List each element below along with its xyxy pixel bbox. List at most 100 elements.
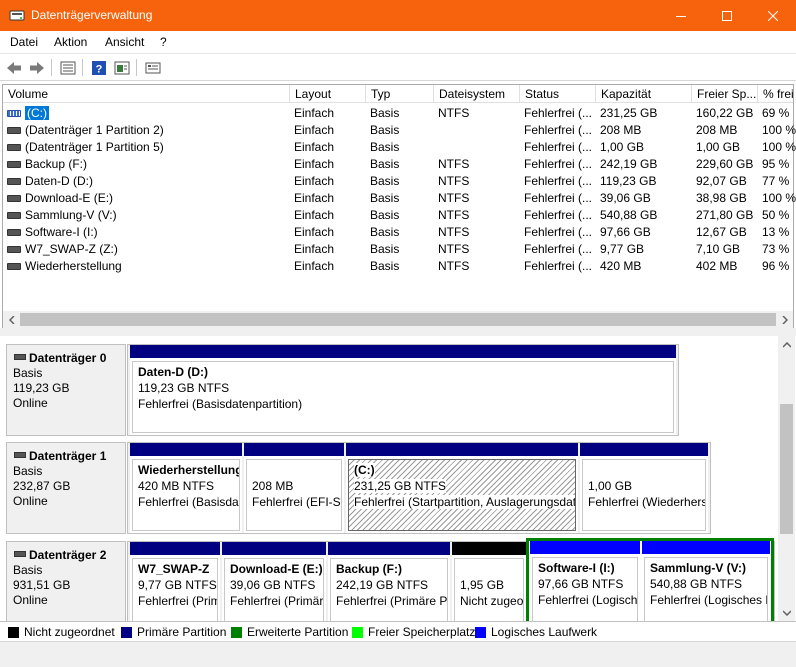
column-header-volume[interactable]: Volume [3, 85, 290, 103]
primary-partition-bar [346, 443, 578, 456]
column-header-prozent-frei[interactable]: % frei [758, 85, 793, 103]
scroll-right-icon[interactable] [776, 311, 793, 328]
table-row[interactable]: (Datenträger 1 Partition 2) Einfach Basis F… [3, 122, 796, 139]
scroll-down-icon[interactable] [778, 604, 795, 621]
help-icon[interactable]: ? [90, 59, 108, 76]
partition-recovery[interactable]: 1,00 GB Fehlerfrei (Wiederherstellungspa… [580, 443, 708, 533]
properties-icon[interactable] [113, 59, 131, 76]
extended-partition[interactable]: Software-I (I:) 97,66 GB NTFS Fehlerfrei… [526, 538, 774, 621]
legend-free-space: Freier Speicherplatz [352, 625, 475, 639]
partition-status: Fehlerfrei (Logisches Laufwerk) [650, 593, 767, 607]
column-header-typ[interactable]: Typ [366, 85, 434, 103]
back-arrow-icon[interactable] [5, 59, 23, 76]
partition-wiederherstellung[interactable]: Wiederherstellung 420 MB NTFS Fehlerfrei… [130, 443, 242, 533]
cell-fs: NTFS [438, 225, 470, 239]
forward-arrow-icon[interactable] [28, 59, 46, 76]
partition-name: Download-E (E:) [230, 562, 323, 576]
cell-layout: Einfach [294, 225, 335, 239]
table-row[interactable]: Sammlung-V (V:) Einfach Basis NTFS Fehlerfre… [3, 207, 793, 224]
cell-layout: Einfach [294, 174, 335, 188]
partition-software-i[interactable]: Software-I (I:) 97,66 GB NTFS Fehlerfrei… [530, 541, 640, 621]
table-row[interactable]: Backup (F:) Einfach Basis NTFS Fehlerfrei (.… [3, 156, 793, 173]
cell-free: 7,10 GB [696, 242, 741, 256]
partition-size: 540,88 GB NTFS [650, 577, 743, 591]
cell-volume: Sammlung-V (V:) [25, 208, 117, 222]
cell-cap: 420 MB [600, 259, 642, 273]
partition-c-selected[interactable]: (C:) 231,25 GB NTFS Fehlerfrei (Startpar… [346, 443, 578, 533]
disk-0: Datenträger 0 Basis 119,23 GB Online Dat… [6, 344, 706, 436]
cell-cap: 119,23 GB [600, 174, 657, 188]
disk-0-size: 119,23 GB [13, 381, 70, 395]
table-row[interactable]: (Datenträger 1 Partition 5) Einfach Basis F… [3, 139, 796, 156]
disk-icon [14, 354, 26, 360]
disk-1-info[interactable]: Datenträger 1 Basis 232,87 GB Online [6, 442, 126, 534]
column-header-status[interactable]: Status [520, 85, 596, 103]
volume-list-header: Volume Layout Typ Dateisystem Status Kap… [3, 85, 793, 103]
cell-typ: Basis [370, 242, 400, 256]
column-header-layout[interactable]: Layout [290, 85, 366, 103]
cell-layout: Einfach [294, 140, 335, 154]
disk-management-app-icon [9, 8, 25, 22]
partition-status: Fehlerfrei (Primäre Partition) [230, 594, 324, 608]
table-row[interactable]: (C:) Einfach Basis NTFS Fehlerfrei (... 231,2… [3, 105, 793, 122]
partition-backup-f[interactable]: Backup (F:) 242,19 GB NTFS Fehlerfrei (P… [328, 542, 450, 621]
close-button[interactable] [750, 0, 796, 31]
unallocated-space[interactable]: 1,95 GB Nicht zugeordnet [452, 542, 526, 621]
partition-efi[interactable]: 208 MB Fehlerfrei (EFI-Systempartition) [244, 443, 344, 533]
volume-icon [7, 212, 21, 219]
cell-typ: Basis [370, 259, 400, 273]
cell-fs: NTFS [438, 259, 470, 273]
primary-partition-bar [130, 443, 242, 456]
partition-size: 1,00 GB [588, 479, 633, 493]
volume-icon [7, 110, 21, 117]
column-header-kapazitaet[interactable]: Kapazität [596, 85, 692, 103]
scroll-up-icon[interactable] [778, 336, 795, 353]
cell-free: 271,80 GB [696, 208, 754, 222]
cell-layout: Einfach [294, 123, 335, 137]
cell-status: Fehlerfrei (... [524, 208, 592, 222]
legend: Nicht zugeordnet Primäre Partition Erwei… [0, 621, 796, 641]
partition-download-e[interactable]: Download-E (E:) 39,06 GB NTFS Fehlerfrei… [222, 542, 326, 621]
maximize-button[interactable] [704, 0, 750, 31]
toolbar: ? [0, 53, 796, 81]
table-row[interactable]: W7_SWAP-Z (Z:) Einfach Basis NTFS Fehlerfrei… [3, 241, 793, 258]
menu-datei[interactable]: Datei [10, 35, 38, 49]
minimize-button[interactable] [658, 0, 704, 31]
table-row[interactable]: Software-I (I:) Einfach Basis NTFS Fehlerfre… [3, 224, 793, 241]
vertical-scrollbar[interactable] [778, 336, 795, 621]
table-row[interactable]: Daten-D (D:) Einfach Basis NTFS Fehlerfrei (… [3, 173, 793, 190]
status-bar [0, 641, 796, 667]
cell-cap: 97,66 GB [600, 225, 651, 239]
horizontal-scroll-thumb[interactable] [20, 313, 776, 326]
partition-status: Fehlerfrei (Basisdatenpartition) [138, 495, 239, 509]
console-icon[interactable] [144, 59, 162, 76]
pane-splitter[interactable] [0, 328, 796, 336]
menu-aktion[interactable]: Aktion [54, 35, 87, 49]
cell-pct: 100 % [762, 123, 796, 137]
cell-pct: 96 % [762, 259, 790, 273]
menu-help[interactable]: ? [160, 35, 167, 49]
vertical-scroll-thumb[interactable] [780, 404, 793, 534]
cell-pct: 13 % [762, 225, 790, 239]
cell-pct: 100 % [762, 140, 796, 154]
column-header-freier-speicher[interactable]: Freier Sp... [692, 85, 758, 103]
partition-w7-swap-z[interactable]: W7_SWAP-Z 9,77 GB NTFS Fehlerfrei (Primä… [130, 542, 220, 621]
cell-status: Fehlerfrei (... [524, 242, 592, 256]
list-view-icon[interactable] [59, 59, 77, 76]
disk-0-info[interactable]: Datenträger 0 Basis 119,23 GB Online [6, 344, 126, 436]
cell-free: 38,98 GB [696, 191, 747, 205]
table-row[interactable]: Wiederherstellung Einfach Basis NTFS Fehlerf… [3, 258, 793, 275]
disk-2-info[interactable]: Datenträger 2 Basis 931,51 GB Online [6, 541, 126, 621]
partition-sammlung-v[interactable]: Sammlung-V (V:) 540,88 GB NTFS Fehlerfre… [642, 541, 770, 621]
disk-1-partitions: Wiederherstellung 420 MB NTFS Fehlerfrei… [127, 442, 711, 534]
cell-pct: 95 % [762, 157, 790, 171]
table-row[interactable]: Download-E (E:) Einfach Basis NTFS Fehlerfre… [3, 190, 796, 207]
disk-icon [14, 452, 26, 458]
column-header-dateisystem[interactable]: Dateisystem [434, 85, 520, 103]
horizontal-scrollbar[interactable] [3, 311, 793, 328]
partition-status: Fehlerfrei (Basisdatenpartition) [138, 397, 303, 411]
scroll-left-icon[interactable] [3, 311, 20, 328]
cell-typ: Basis [370, 208, 400, 222]
menu-ansicht[interactable]: Ansicht [105, 35, 144, 49]
partition-daten-d[interactable]: Daten-D (D:) 119,23 GB NTFS Fehlerfrei (… [130, 345, 676, 435]
